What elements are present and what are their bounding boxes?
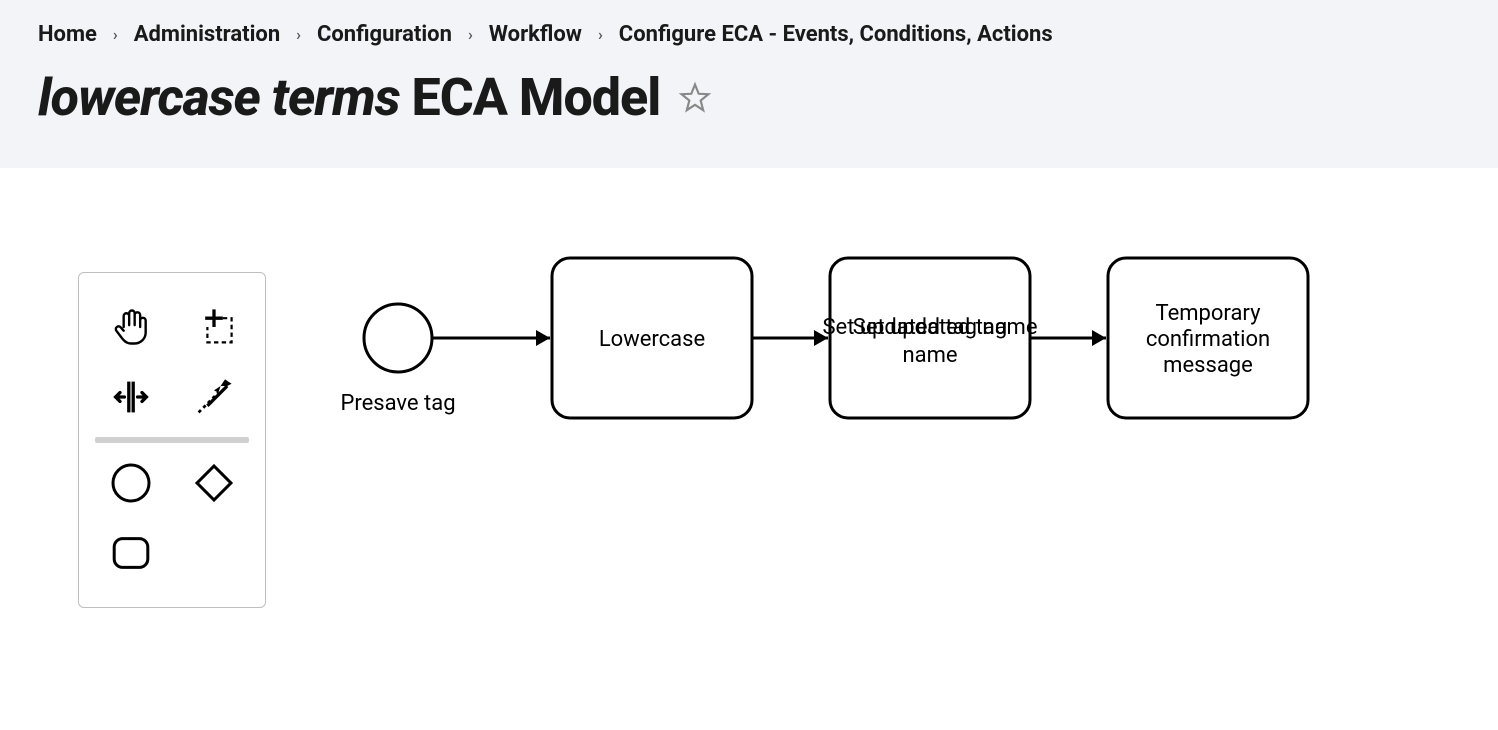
title-suffix: ECA Model bbox=[400, 67, 661, 128]
page-title: lowercase terms ECA Model bbox=[38, 67, 1460, 128]
arrowhead-icon bbox=[1092, 330, 1106, 346]
connect-icon bbox=[192, 375, 236, 419]
arrowhead-icon bbox=[536, 330, 550, 346]
chevron-right-icon: › bbox=[296, 25, 301, 44]
create-task[interactable] bbox=[96, 523, 166, 583]
task-label: Lowercase bbox=[599, 327, 705, 352]
header-region: Home › Administration › Configuration › … bbox=[0, 0, 1498, 168]
breadcrumb-item-configuration[interactable]: Configuration bbox=[317, 22, 452, 47]
tool-palette bbox=[78, 272, 266, 608]
space-tool[interactable] bbox=[96, 367, 166, 427]
breadcrumb-item-eca[interactable]: Configure ECA - Events, Conditions, Acti… bbox=[619, 22, 1053, 47]
breadcrumb: Home › Administration › Configuration › … bbox=[38, 22, 1460, 47]
start-event-node[interactable] bbox=[364, 304, 432, 372]
task-label-line1: Temporary bbox=[1156, 301, 1262, 326]
palette-divider bbox=[95, 437, 249, 443]
rounded-rect-icon bbox=[107, 529, 155, 577]
chevron-right-icon: › bbox=[113, 25, 118, 44]
circle-icon bbox=[107, 459, 155, 507]
hand-icon bbox=[109, 305, 153, 349]
breadcrumb-item-administration[interactable]: Administration bbox=[134, 22, 280, 47]
breadcrumb-item-workflow[interactable]: Workflow bbox=[489, 22, 582, 47]
task-label-line3: message bbox=[1163, 353, 1253, 378]
lasso-icon bbox=[192, 305, 236, 349]
task-label-line2: confirmation bbox=[1146, 327, 1270, 352]
star-icon[interactable] bbox=[678, 81, 712, 115]
title-prefix: lowercase terms bbox=[38, 67, 400, 128]
breadcrumb-item-home[interactable]: Home bbox=[38, 22, 97, 47]
chevron-right-icon: › bbox=[598, 25, 603, 44]
lasso-tool[interactable] bbox=[179, 297, 249, 357]
create-start-event[interactable] bbox=[96, 453, 166, 513]
task-label-line1: Set updated tag bbox=[853, 315, 1007, 340]
space-icon bbox=[109, 375, 153, 419]
empty-palette-slot bbox=[179, 523, 249, 583]
global-connect-tool[interactable] bbox=[179, 367, 249, 427]
task-label-line2: name bbox=[902, 343, 957, 368]
create-gateway[interactable] bbox=[179, 453, 249, 513]
bpmn-canvas[interactable]: Presave tag Lowercase Set updated tag na… bbox=[0, 168, 1498, 708]
start-event-label: Presave tag bbox=[340, 391, 455, 416]
bpmn-diagram[interactable]: Presave tag Lowercase Set updated tag na… bbox=[330, 238, 1350, 518]
hand-tool[interactable] bbox=[96, 297, 166, 357]
diamond-icon bbox=[190, 459, 238, 507]
chevron-right-icon: › bbox=[468, 25, 473, 44]
